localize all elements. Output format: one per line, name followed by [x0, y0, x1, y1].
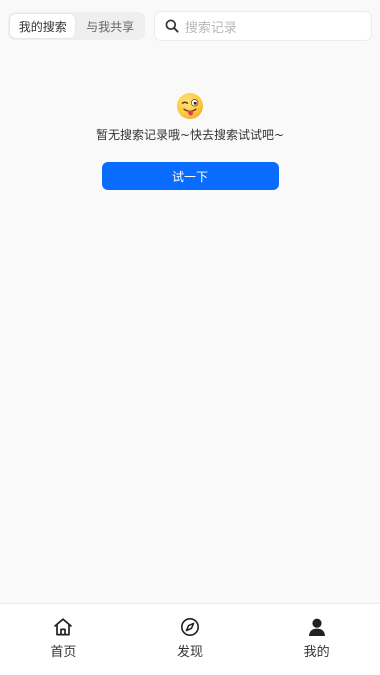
nav-item-discover[interactable]: 发现	[127, 604, 254, 675]
winking-face-with-tongue-icon	[176, 92, 204, 120]
search-scope-switcher: 我的搜索 与我共享	[8, 12, 145, 40]
home-icon	[52, 616, 74, 638]
nav-item-profile[interactable]: 我的	[253, 604, 380, 675]
nav-label-home: 首页	[50, 645, 77, 660]
search-input[interactable]: 搜索记录	[153, 11, 372, 41]
bottom-nav: 首页 发现 我的	[0, 603, 380, 675]
search-placeholder: 搜索记录	[184, 20, 237, 36]
top-bar: 我的搜索 与我共享 搜索记录	[0, 0, 380, 52]
empty-message: 暂无搜索记录哦~快去搜索试试吧~	[95, 128, 285, 142]
nav-item-home[interactable]: 首页	[0, 604, 127, 675]
user-icon	[306, 616, 328, 638]
search-icon	[165, 19, 179, 33]
empty-state: 暂无搜索记录哦~快去搜索试试吧~ 试一下	[0, 92, 380, 190]
compass-icon	[179, 616, 201, 638]
tab-shared-with-me[interactable]: 与我共享	[77, 14, 142, 38]
nav-label-discover: 发现	[177, 645, 204, 660]
try-search-button[interactable]: 试一下	[101, 162, 279, 190]
tab-my-search[interactable]: 我的搜索	[10, 14, 76, 38]
nav-label-profile: 我的	[303, 645, 330, 660]
app-root: 我的搜索 与我共享 搜索记录 暂无搜索记录哦~快去搜索试试吧~ 试一下 首页 发…	[0, 0, 380, 675]
